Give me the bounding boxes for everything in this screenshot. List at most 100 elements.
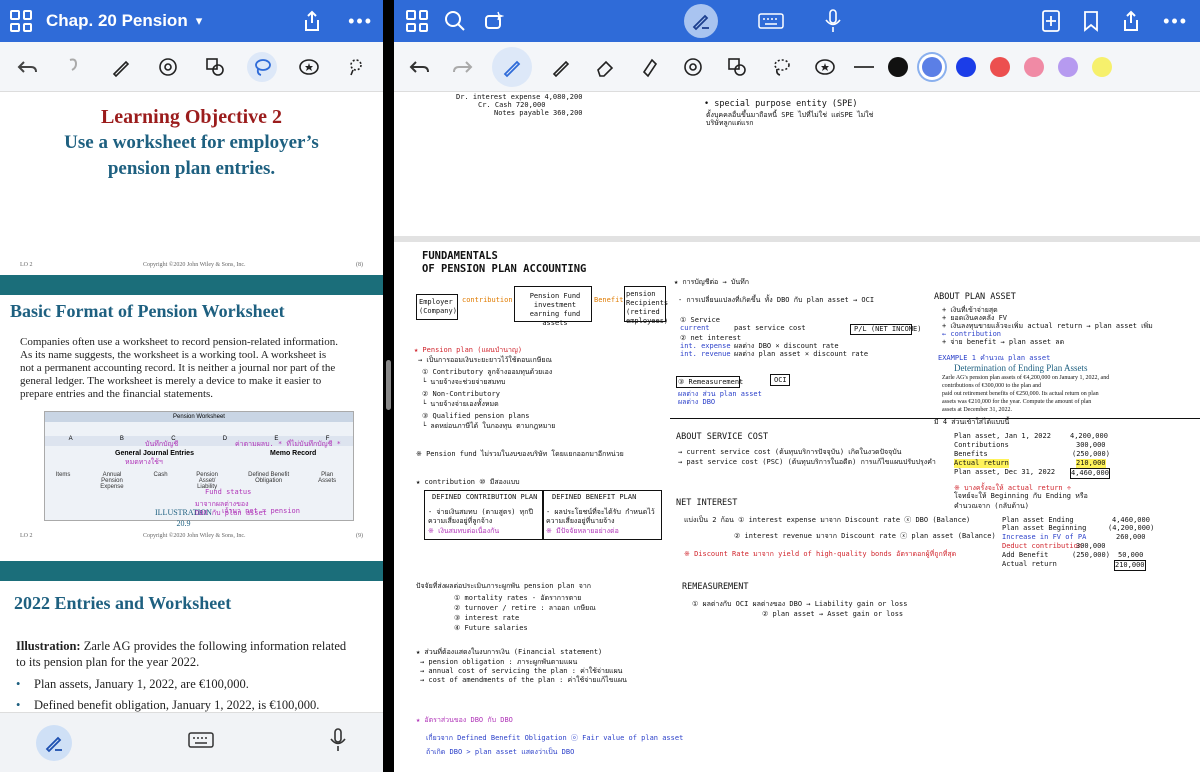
lasso-tool-icon[interactable] (766, 52, 796, 82)
calc-value: 210,000 (1076, 459, 1106, 468)
handwritten-annotation: หมดทางใช้ฯ (125, 458, 163, 466)
slide-title: 2022 Entries and Worksheet (14, 593, 232, 613)
pencil-mode-icon[interactable] (684, 4, 718, 38)
note-line: → เป็นการออมเงินระยะยาวไว้ใช้ตอนเกษียณ (418, 356, 552, 364)
calc-value: 300,000 (1076, 441, 1106, 449)
calc-label: Plan asset, Jan 1, 2022 (954, 432, 1051, 440)
color-swatch-blue[interactable] (956, 56, 976, 77)
note-line: ★ ส่วนที่ต้องแสดงในงบการเงิน (Financial … (416, 648, 603, 656)
calc-value: (250,000) (1072, 450, 1110, 458)
eraser-icon[interactable] (590, 52, 620, 82)
note-line: บริษัทลูกแต่แรก (706, 119, 754, 127)
illustration-text: Illustration: Zarle AG provides the foll… (0, 614, 383, 670)
calc-label: Benefits (954, 450, 988, 458)
sticker-icon[interactable] (294, 52, 324, 82)
pencil-mode-icon[interactable] (36, 724, 72, 761)
color-swatch-pink[interactable] (1024, 56, 1044, 77)
note-line: ※ Discount Rate มาจาก yield of high-qual… (684, 550, 957, 558)
note-line: ★ Pension plan (แผนบำนาญ) (414, 346, 523, 354)
col-label: A (68, 436, 73, 442)
note-line: ถ้าเกิด DBO > plan asset แสดงว่าเป็น DBO (426, 748, 575, 756)
pen-size-indicator[interactable] (854, 65, 874, 68)
note-line: → annual cost of servicing the plan : ค่… (420, 667, 623, 675)
pension-worksheet-image: Pension Worksheet A B C D E F General Jo… (44, 411, 354, 521)
note-line: ① Contributory ลูกจ้างออมทุนด้วยเอง (422, 368, 553, 376)
note-page-2: FUNDAMENTALS OF PENSION PLAN ACCOUNTING … (394, 242, 1200, 772)
lasso-tool-icon[interactable] (246, 51, 277, 82)
laser-pointer-icon[interactable] (341, 52, 371, 82)
calc-value: 50,000 (1118, 551, 1144, 559)
note-line: ผลต่าง plan asset × discount rate (734, 350, 869, 358)
share-icon[interactable] (1121, 10, 1141, 32)
note-line: คำนวณจาก (กลับด้าน) (954, 502, 1029, 510)
shape-tool-icon[interactable] (678, 52, 708, 82)
note-line: Notes payable 360,200 (494, 109, 583, 117)
share-icon[interactable] (302, 10, 322, 32)
highlighter-icon[interactable] (634, 52, 664, 82)
table-cell: - ผลประโยชน์ที่จะได้รับ กำหนดไว้ (546, 508, 655, 516)
color-swatch-purple[interactable] (1058, 56, 1078, 77)
microphone-icon[interactable] (329, 728, 347, 757)
shape-tool-icon[interactable] (153, 52, 183, 82)
keyboard-icon[interactable] (758, 12, 784, 30)
keyboard-icon[interactable] (187, 731, 214, 754)
paragraph-line: Companies often use a worksheet to recor… (20, 336, 338, 348)
more-icon[interactable]: ••• (1163, 11, 1188, 32)
note-line: ★ อัตราส่วนของ DBO กับ DBO (416, 716, 513, 724)
color-swatch-black[interactable] (888, 56, 908, 77)
microphone-icon[interactable] (824, 9, 842, 33)
note-page-1: Dr. interest expense 4,080,200 Cr. Cash … (394, 93, 1200, 236)
note-line: ② plan asset → Asset gain or loss (762, 610, 904, 618)
diagram-label: pension Recipients (retired employees) (626, 290, 669, 325)
color-swatch-selected-blue[interactable] (922, 56, 942, 77)
grid-view-icon[interactable] (406, 10, 428, 32)
table-header: DEFINED BENEFIT PLAN (552, 493, 637, 501)
shapes-icon[interactable] (722, 52, 752, 82)
more-icon[interactable]: ••• (348, 11, 373, 32)
note-line: แบ่งเป็น 2 ก้อน ① interest expense มาจาก… (684, 516, 971, 524)
undo-icon[interactable] (404, 52, 434, 82)
header-cell: Plan Assets (318, 472, 337, 484)
undo-icon[interactable] (12, 52, 42, 82)
magic-sparkle-icon[interactable] (482, 10, 504, 32)
color-swatch-yellow[interactable] (1092, 56, 1112, 77)
general-journal-header: General Journal Entries (115, 450, 194, 457)
search-icon[interactable] (444, 10, 466, 32)
illustration-label: ILLUSTRATION 20.9 (155, 507, 212, 529)
note-line: ปัจจัยที่ส่งผลต่อประเมินภาระผูกพัน pensi… (416, 582, 592, 590)
section-heading: NET INTEREST (676, 498, 738, 508)
chevron-down-icon[interactable]: ▾ (196, 13, 203, 29)
grid-view-icon[interactable] (10, 10, 32, 32)
note-line: → pension obligation : ภาระผูกพันตามแผน (420, 658, 578, 666)
document-title[interactable]: Chap. 20 Pension (46, 11, 188, 31)
bookmark-icon[interactable] (1083, 10, 1099, 32)
shapes-icon[interactable] (200, 52, 230, 82)
calc-label: Actual return (1002, 560, 1057, 568)
pencil-tool-icon[interactable] (546, 52, 576, 82)
color-swatch-red[interactable] (990, 56, 1010, 77)
sticker-icon[interactable] (810, 52, 840, 82)
note-line: + จ่าย benefit → plan asset ลด (942, 338, 1065, 346)
header-cell: Items (55, 472, 71, 478)
footer-copyright: Copyright ©2020 John Wiley & Sons, Inc. (142, 533, 246, 539)
divider-handle[interactable] (386, 360, 391, 410)
table-cell: ความเสี่ยงอยู่ที่ลูกจ้าง (428, 517, 493, 525)
bullet-list: Plan assets, January 1, 2022, are €100,0… (0, 670, 383, 716)
note-line: ③ interest rate (454, 614, 520, 622)
calc-value: 300,000 (1076, 542, 1106, 550)
footer-page: (8) (355, 262, 363, 268)
list-item: Plan assets, January 1, 2022, are €100,0… (16, 674, 367, 695)
calc-value: (250,000) (1072, 551, 1110, 559)
redo-icon[interactable] (448, 52, 478, 82)
handwritten-annotation: บันทึกบัญชี (145, 440, 179, 448)
pen-tool-icon[interactable] (492, 46, 532, 87)
split-divider[interactable] (383, 0, 394, 772)
add-page-icon[interactable] (1041, 10, 1061, 32)
note-line: ※ Pension fund ไม่รวมในงบของบริษัท โดยแย… (416, 450, 624, 458)
note-line: ② Non-Contributory (422, 390, 500, 398)
redo-icon[interactable] (59, 52, 89, 82)
example-text: assets at December 31, 2022. (942, 407, 1012, 413)
example-title: Determination of Ending Plan Assets (954, 363, 1088, 373)
diagram-label: Pension Fund investment earning fund ass… (529, 292, 581, 327)
pen-tool-icon[interactable] (106, 52, 136, 82)
